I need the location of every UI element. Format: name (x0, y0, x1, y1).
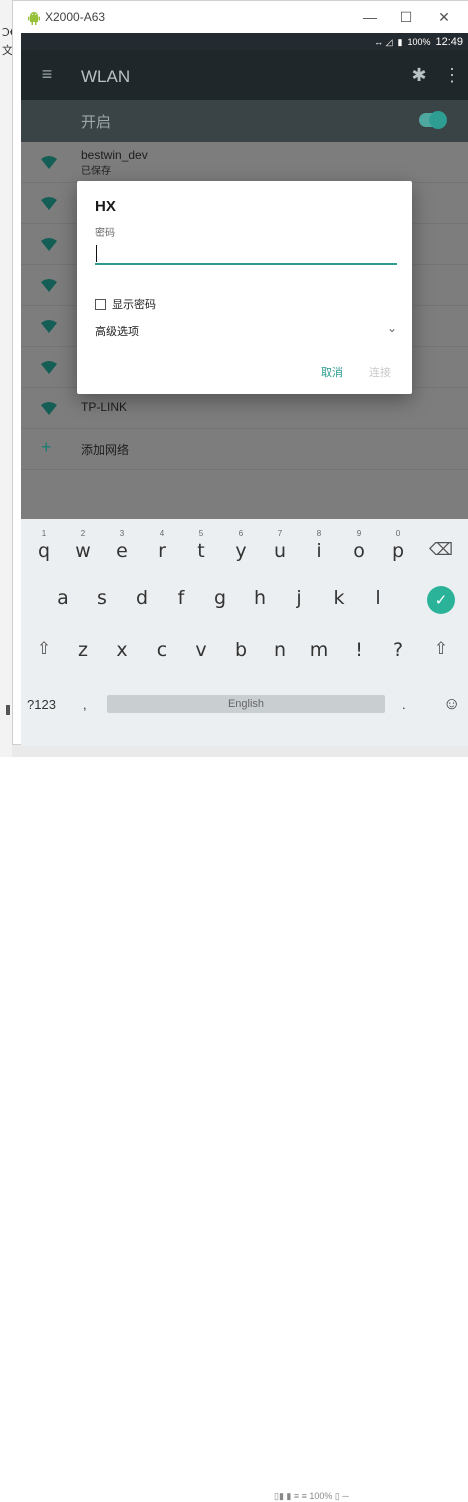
advanced-options-dropdown[interactable]: 高级选项 ⌄ (95, 319, 397, 341)
switch-knob (429, 111, 447, 129)
key-v[interactable]: v (183, 631, 219, 675)
connect-button[interactable]: 连接 (369, 364, 391, 380)
key-d[interactable]: d (124, 579, 160, 623)
add-network-label: 添加网络 (81, 443, 130, 457)
emoji-icon[interactable]: ☺ (443, 694, 460, 714)
key-w[interactable]: 2w (65, 527, 101, 571)
password-field[interactable] (95, 241, 397, 265)
shift-key-right[interactable]: ⇧ (423, 631, 459, 675)
gear-icon[interactable]: ✱ (407, 63, 431, 87)
battery-percent: 100% (407, 37, 431, 47)
key-s[interactable]: s (84, 579, 120, 623)
minimize-button[interactable]: — (357, 5, 383, 29)
desktop-taskbar-fragment: ▯▮ ▮ ≡ ≡ 100% ▯ ─ (12, 745, 468, 1501)
key-o[interactable]: 9o (341, 527, 377, 571)
key-x[interactable]: x (104, 631, 140, 675)
key-p[interactable]: 0p (380, 527, 416, 571)
desktop-fragment (6, 705, 10, 715)
key-z[interactable]: z (65, 631, 101, 675)
network-name: TP-LINK (81, 400, 128, 414)
key-question[interactable]: ? (380, 631, 416, 675)
period-key[interactable]: . (402, 697, 406, 712)
key-m[interactable]: m (301, 631, 337, 675)
space-bar[interactable]: English (107, 695, 385, 713)
maximize-button[interactable]: ☐ (393, 5, 419, 29)
desktop-taskbar-text: ▯▮ ▮ ≡ ≡ 100% ▯ ─ (274, 1491, 349, 1501)
wlan-switch[interactable] (419, 111, 447, 129)
wifi-signal-icon (41, 320, 57, 333)
text-cursor (96, 245, 97, 262)
key-n[interactable]: n (262, 631, 298, 675)
battery-icon: ▮ (397, 36, 403, 47)
network-name: bestwin_dev (81, 148, 148, 162)
show-password-checkbox[interactable]: 显示密码 (95, 296, 156, 312)
key-l[interactable]: l (360, 579, 396, 623)
wifi-signal-icon (41, 238, 57, 251)
plus-icon: + (41, 437, 52, 457)
show-password-label: 显示密码 (112, 299, 156, 311)
key-h[interactable]: h (242, 579, 278, 623)
android-icon (28, 12, 40, 25)
wlan-toggle-row[interactable]: 开启 (21, 100, 468, 142)
key-e[interactable]: 3e (104, 527, 140, 571)
signal-icon: ↔ ◿ (374, 36, 393, 47)
device-screen: ↔ ◿ ▮ 100% 12:49 ≡ WLAN ✱ ⋮ 开启 bestwin_d… (21, 33, 468, 746)
window-titlebar[interactable]: X2000-A63 — ☐ ✕ (13, 1, 468, 33)
key-u[interactable]: 7u (262, 527, 298, 571)
key-r[interactable]: 4r (144, 527, 180, 571)
key-exclamation[interactable]: ! (341, 631, 377, 675)
wifi-signal-icon (41, 197, 57, 210)
network-row[interactable]: TP-LINK (21, 388, 468, 429)
password-label: 密码 (95, 228, 115, 239)
close-button[interactable]: ✕ (431, 5, 457, 29)
advanced-options-label: 高级选项 (95, 326, 139, 338)
comma-key[interactable]: , (83, 697, 87, 712)
wifi-signal-icon (41, 279, 57, 292)
symbols-key[interactable]: ?123 (27, 697, 56, 712)
wifi-signal-icon (41, 156, 57, 169)
backspace-key[interactable]: ⌫ (423, 527, 459, 571)
soft-keyboard: 1q 2w 3e 4r 5t 6y 7u 8i 9o 0p ⌫ a s d f … (21, 519, 468, 746)
key-t[interactable]: 5t (183, 527, 219, 571)
key-j[interactable]: j (281, 579, 317, 623)
toggle-label: 开启 (81, 114, 112, 131)
shift-key[interactable]: ⇧ (26, 631, 62, 675)
key-i[interactable]: 8i (301, 527, 337, 571)
space-language-label: English (227, 698, 265, 710)
page-title: WLAN (81, 67, 131, 86)
add-network-row[interactable]: + 添加网络 (21, 429, 468, 470)
dialog-title: HX (95, 198, 116, 215)
desktop-background (0, 0, 12, 757)
key-f[interactable]: f (163, 579, 199, 623)
clock: 12:49 (435, 36, 463, 48)
more-options-icon[interactable]: ⋮ (443, 63, 461, 87)
wifi-password-dialog: HX 密码 显示密码 高级选项 ⌄ 取消 连接 (77, 181, 412, 394)
menu-icon[interactable]: ≡ (35, 62, 59, 86)
key-q[interactable]: 1q (26, 527, 62, 571)
key-c[interactable]: c (144, 631, 180, 675)
network-row[interactable]: bestwin_dev 已保存 (21, 142, 468, 183)
key-g[interactable]: g (202, 579, 238, 623)
enter-key[interactable]: ✓ (427, 586, 455, 614)
app-bar: ≡ WLAN ✱ ⋮ (21, 50, 468, 100)
key-b[interactable]: b (223, 631, 259, 675)
cancel-button[interactable]: 取消 (321, 364, 343, 380)
network-status: 已保存 (81, 166, 111, 177)
key-a[interactable]: a (45, 579, 81, 623)
checkbox-box[interactable] (95, 298, 106, 310)
wifi-signal-icon (41, 402, 57, 415)
chevron-down-icon: ⌄ (386, 321, 397, 335)
key-y[interactable]: 6y (223, 527, 259, 571)
wifi-signal-icon (41, 361, 57, 374)
key-k[interactable]: k (321, 579, 357, 623)
status-bar: ↔ ◿ ▮ 100% 12:49 (21, 33, 468, 50)
window-title: X2000-A63 (45, 10, 106, 24)
emulator-window: X2000-A63 — ☐ ✕ ↔ ◿ ▮ 100% 12:49 ≡ WLAN … (12, 0, 468, 746)
